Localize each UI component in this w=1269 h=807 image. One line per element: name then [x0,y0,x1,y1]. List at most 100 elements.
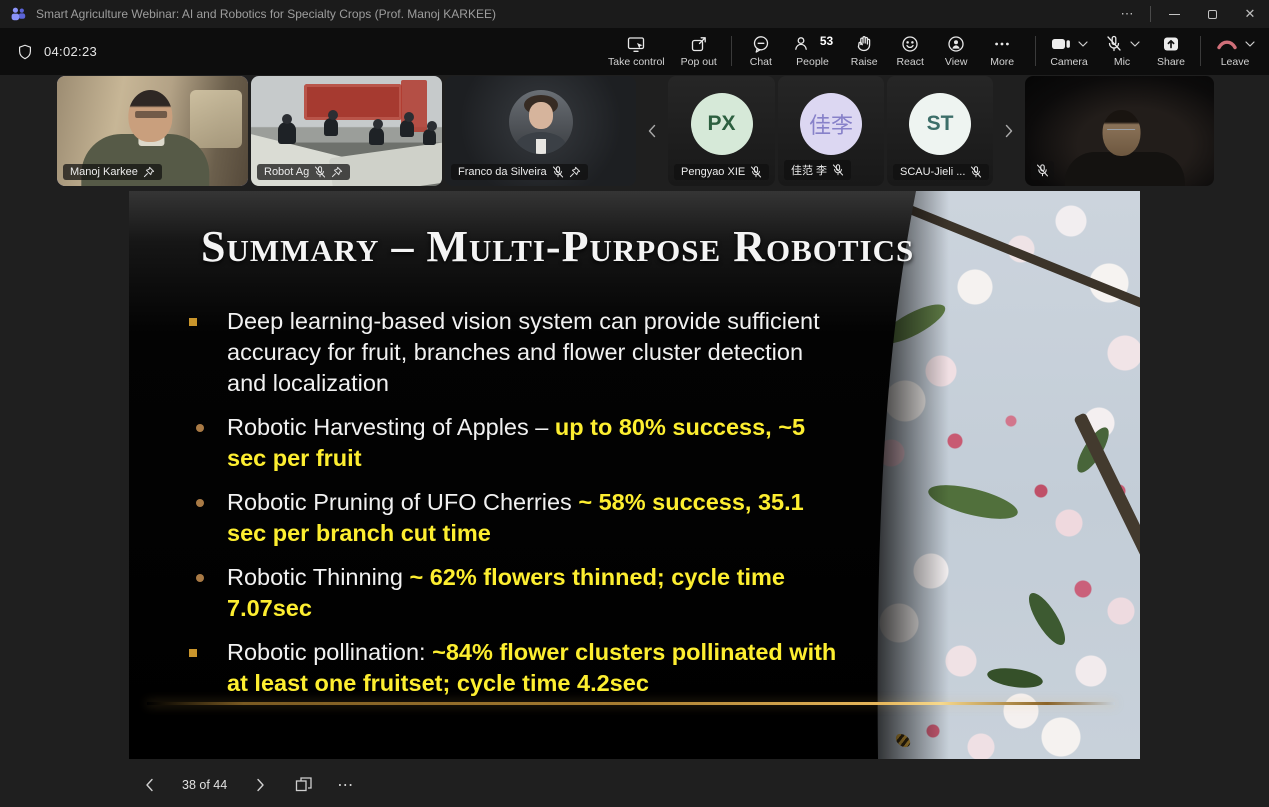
bullet-item: Deep learning-based vision system can pr… [187,306,847,399]
participant-tile-jiafan-li[interactable]: 佳李 佳范 李 [778,76,884,186]
leave-button[interactable]: Leave [1207,28,1263,75]
mic-muted-icon [750,166,762,178]
slide-navigation-bar: 38 of 44 ⋯ [0,763,1269,807]
teams-logo-icon [10,6,27,23]
pop-out-icon [689,34,709,54]
participant-name: Pengyao XIE [681,166,745,178]
view-button[interactable]: View [933,28,979,75]
slide-grid-icon [295,776,313,794]
mic-muted-icon [1036,164,1049,177]
bullet-item: Robotic Harvesting of Apples – up to 80%… [187,412,847,474]
pin-icon [331,166,343,178]
avatar-initials: 佳李 [809,108,853,140]
pop-out-button[interactable]: Pop out [673,28,725,75]
slide-thumbnails-button[interactable] [293,774,315,796]
titlebar: Smart Agriculture Webinar: AI and Roboti… [0,0,1269,28]
slide-title: Summary – Multi-Purpose Robotics [201,221,865,272]
camera-button[interactable]: Camera [1042,28,1096,75]
slide-bullet-list: Deep learning-based vision system can pr… [187,306,847,699]
name-pill: SCAU-Jieli ... [893,164,989,180]
avatar-initials: PX [707,112,735,136]
slide-divider-line [147,702,1115,705]
meeting-timer-group: 04:02:23 [16,28,97,75]
participant-filmstrip: Manoj Karkee Robot Ag [0,75,1269,187]
chat-button[interactable]: Chat [738,28,784,75]
people-count-badge: 53 [820,34,833,48]
call-controls-bar: 04:02:23 Take control Pop out [0,28,1269,75]
titlebar-more-button[interactable]: ⋯ [1108,0,1146,28]
participant-tile-unnamed[interactable] [1025,76,1214,186]
people-button[interactable]: 53 People [784,28,841,75]
mute-indicator [1031,161,1054,180]
share-icon [1161,34,1181,54]
chevron-right-icon [256,778,265,792]
take-control-button[interactable]: Take control [600,28,673,75]
slide-more-options-button[interactable]: ⋯ [337,775,354,795]
filmstrip-scroll-right-button[interactable] [996,76,1022,186]
camera-dropdown-chevron-icon[interactable] [1078,41,1088,47]
bullet-marker [187,306,227,399]
chevron-left-icon [145,778,154,792]
mic-muted-icon [314,166,326,178]
name-pill: Manoj Karkee [63,164,162,180]
slide-page-indicator: 38 of 44 [182,778,227,792]
window-controls: ⋯ ✕ [1108,0,1269,28]
name-pill: Robot Ag [257,164,350,180]
filmstrip-scroll-left-button[interactable] [639,76,665,186]
bullet-item: Robotic pollination: ~84% flower cluster… [187,637,847,699]
bullet-marker [187,412,227,474]
chevron-left-icon [647,123,657,139]
call-actions: Take control Pop out Chat [600,28,1025,75]
participant-name: Robot Ag [264,166,309,178]
participant-tile-franco-da-silveira[interactable]: Franco da Silveira [445,76,636,186]
mic-button[interactable]: Mic [1096,28,1148,75]
avatar: ST [909,93,971,155]
next-slide-button[interactable] [249,774,271,796]
presentation-slide[interactable]: Summary – Multi-Purpose Robotics Deep le… [129,191,1140,759]
leave-dropdown-chevron-icon[interactable] [1245,41,1255,47]
more-button[interactable]: More [979,28,1025,75]
avatar: 佳李 [800,93,862,155]
people-icon [792,34,812,54]
window-title: Smart Agriculture Webinar: AI and Roboti… [36,7,1108,21]
avatar: PX [691,93,753,155]
teams-meeting-window: Smart Agriculture Webinar: AI and Roboti… [0,0,1269,807]
participant-name: SCAU-Jieli ... [900,166,965,178]
previous-slide-button[interactable] [138,774,160,796]
leave-call-icon [1215,34,1239,54]
titlebar-divider [1150,6,1151,22]
toolbar-divider [731,36,732,66]
more-dots-icon [992,34,1012,54]
mic-dropdown-chevron-icon[interactable] [1130,41,1140,47]
toolbar-divider [1200,36,1201,66]
bullet-marker [187,637,227,699]
mic-muted-icon [1104,34,1124,54]
minimize-button[interactable] [1155,0,1193,28]
slide-content: Summary – Multi-Purpose Robotics Deep le… [129,191,1140,759]
close-button[interactable]: ✕ [1231,0,1269,28]
pin-icon [143,166,155,178]
avatar-initials: ST [927,112,954,136]
maximize-button[interactable] [1193,0,1231,28]
take-control-icon [626,34,646,54]
participant-tile-pengyao-xie[interactable]: PX Pengyao XIE [668,76,775,186]
mic-muted-icon [552,166,564,178]
chat-icon [751,34,771,54]
mic-muted-icon [970,166,982,178]
participant-tile-scau-jieli[interactable]: ST SCAU-Jieli ... [887,76,993,186]
participant-name: Manoj Karkee [70,166,138,178]
raise-hand-button[interactable]: Raise [841,28,887,75]
device-controls: Camera Mic Share [1029,28,1263,75]
bullet-marker [187,562,227,624]
toolbar-divider [1035,36,1036,66]
chevron-right-icon [1004,123,1014,139]
react-smiley-icon [900,34,920,54]
participant-name: 佳范 李 [791,162,827,178]
shared-content-stage: Summary – Multi-Purpose Robotics Deep le… [0,187,1269,763]
shield-icon [16,43,34,61]
share-button[interactable]: Share [1148,28,1194,75]
participant-tile-manoj-karkee[interactable]: Manoj Karkee [57,76,248,186]
participant-tile-robot-ag[interactable]: Robot Ag [251,76,442,186]
react-button[interactable]: React [887,28,933,75]
name-pill: Franco da Silveira [451,164,588,180]
